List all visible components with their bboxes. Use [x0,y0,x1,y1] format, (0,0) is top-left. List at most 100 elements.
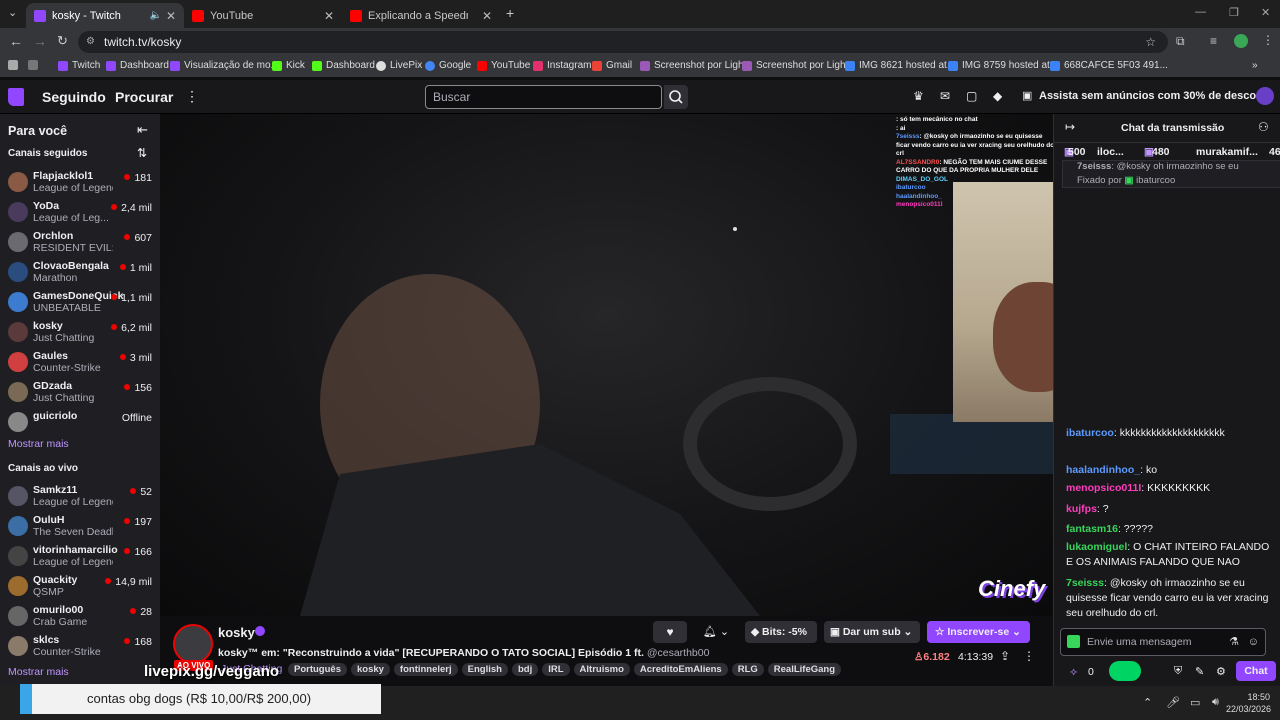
share-icon[interactable]: ⇪ [1000,649,1010,663]
nav-following[interactable]: Seguindo [42,89,106,105]
bookmark-item[interactable]: Screenshot por Ligh... [640,60,752,71]
sort-icon[interactable]: ⇅ [137,146,147,160]
minimize-icon[interactable]: — [1195,6,1206,18]
bookmark-star-icon[interactable]: ☆ [1145,31,1156,53]
chat-message[interactable]: haalandinhoo_: ko [1066,463,1276,478]
twitch-logo-icon[interactable] [8,88,24,106]
maximize-icon[interactable]: ❐ [1229,6,1239,19]
sidebar-channel-kosky[interactable]: kosky Just Chatting 6,2 mil [8,320,156,348]
close-tab-icon[interactable]: ✕ [166,9,176,23]
stream-tag[interactable]: bdj [511,663,539,676]
sidebar-channel-gaules[interactable]: Gaules Counter-Strike 3 mil [8,350,156,378]
channel-avatar[interactable] [173,624,213,664]
reading-list-icon[interactable]: ≡ [1210,34,1217,48]
bookmark-item[interactable]: Instagram [533,60,591,71]
search-button[interactable] [664,85,688,109]
stream-tag[interactable]: fontinnelerj [393,663,458,676]
bookmark-folder-icon[interactable] [8,60,22,70]
chat-send-button[interactable]: Chat [1236,661,1276,681]
more-bookmarks-icon[interactable]: » [1252,60,1258,71]
bookmark-item[interactable]: LivePix [376,60,422,71]
sidebar-channel-clovaobengala[interactable]: ClovaoBengala Marathon 1 mil [8,260,156,288]
notification-button[interactable]: 🔔︎ ⌄ [694,621,738,643]
sidebar-channel-gamesdonequick[interactable]: GamesDoneQuick UNBEATABLE 1,1 mil [8,290,156,318]
bookmark-item[interactable]: Twitch [58,60,100,71]
channel-points-icon[interactable]: ✧ [1069,666,1078,679]
user-avatar[interactable] [1256,87,1274,105]
bookmark-item[interactable]: Screenshot por Ligh... [742,60,854,71]
inbox-icon[interactable]: ✉ [940,89,950,103]
pencil-icon[interactable]: ✎ [1195,665,1204,678]
microphone-icon[interactable]: 🎤︎ [1166,696,1180,709]
tab-twitch[interactable]: kosky - Twitch 🔈 ✕ [26,3,184,28]
clock-time[interactable]: 18:50 [1230,692,1270,702]
chat-username[interactable]: 7seisss [1066,577,1104,589]
sidebar-channel-vitorinhamarcilio[interactable]: vitorinhamarcilioLeague of Legends 166 [8,544,156,572]
chat-message[interactable]: 7seisss: @kosky oh irmaozinho se eu quis… [1066,576,1276,621]
chat-message[interactable]: lukaomiguel: O CHAT INTEIRO FALANDO E OS… [1066,540,1276,570]
search-input[interactable]: Buscar [425,85,662,109]
chat-input[interactable]: Envie uma mensagem ⚗ ☺ [1060,628,1266,656]
bookmark-item[interactable]: Dashboard [312,60,375,71]
bookmark-item[interactable]: YouTube [477,60,530,71]
bookmark-item[interactable]: Visualização de mo... [170,60,279,71]
bits-icon[interactable]: ◆ [993,89,1002,103]
tray-chevron-icon[interactable]: ⌃ [1143,696,1152,709]
ad-free-promo[interactable]: Assista sem anúncios com 30% de desconto [1039,90,1273,102]
sidebar-channel-guicriolo[interactable]: guicriolo Offline [8,410,156,438]
bits-cheer-icon[interactable]: ⚗ [1229,629,1239,655]
url-field[interactable]: ⚙ twitch.tv/kosky ☆ [78,31,1168,53]
bookmark-item[interactable]: IMG 8621 hosted at... [845,60,955,71]
sidebar-channel-yoda[interactable]: YoDa League of Leg... 2,4 mil [8,200,156,228]
chat-username[interactable]: fantasm16 [1066,523,1118,535]
close-window-icon[interactable]: ✕ [1261,6,1270,19]
video-player[interactable]: : só tem mecânico no chat : ai 7seisss: … [160,114,1053,616]
whispers-icon[interactable]: ▢ [966,89,977,103]
back-icon[interactable]: ← [9,33,23,49]
chat-username[interactable]: ibaturcoo [1066,427,1114,439]
close-tab-icon[interactable]: ✕ [324,9,334,23]
settings-gear-icon[interactable]: ⚙ [1216,665,1226,678]
channel-name[interactable]: kosky [218,625,255,640]
shield-icon[interactable]: ⛨ [1174,665,1182,678]
sidebar-channel-flapjacklol1[interactable]: Flapjacklol1League of Legends 181 [8,170,156,198]
apps-grid-icon[interactable] [28,60,42,70]
new-tab-icon[interactable]: + [506,5,514,21]
gift-sub-button[interactable]: ▣ Dar um sub ⌄ [824,621,920,643]
bits-button[interactable]: ◆ Bits: -5% [745,621,817,643]
bookmark-item[interactable]: Google [425,60,471,71]
chat-message[interactable]: menopsico011I: KKKKKKKKK [1066,481,1276,496]
sidebar-channel-gdzada[interactable]: GDzada Just Chatting 156 [8,380,156,408]
subscribe-button[interactable]: ☆ Inscrever-se ⌄ [927,621,1030,643]
chat-message[interactable]: fantasm16: ????? [1066,522,1276,537]
stream-tag[interactable]: RLG [731,663,764,676]
stream-tag[interactable]: Altruismo [573,663,630,676]
stream-tag[interactable]: Português [288,663,347,676]
claim-points-button[interactable] [1109,661,1141,681]
sidebar-channel-ouluh[interactable]: OuluHThe Seven Deadl... 197 [8,514,156,542]
bookmark-item[interactable]: Dashboard [106,60,169,71]
stream-tag[interactable]: RealLifeGang [767,663,842,676]
emote-icon[interactable]: ☺ [1248,629,1259,655]
stream-tag[interactable]: kosky [350,663,390,676]
nav-browse[interactable]: Procurar [115,89,173,105]
chat-message[interactable]: ibaturcoo: kkkkkkkkkkkkkkkkkkkk [1066,426,1276,441]
close-tab-icon[interactable]: ✕ [482,9,492,23]
bookmark-item[interactable]: IMG 8759 hosted at... [948,60,1058,71]
tab-list-icon[interactable]: ⌄ [8,6,17,19]
tab-youtube[interactable]: YouTube ✕ [184,3,342,28]
pinned-message[interactable]: 7seisss: @kosky oh irmaozinho se eu Fixa… [1062,160,1280,188]
show-more-link[interactable]: Mostrar mais [8,438,69,450]
stream-tag[interactable]: AcreditoEmAliens [633,663,728,676]
more-options-icon[interactable]: ⋮ [1023,649,1035,663]
more-menu-icon[interactable]: ⋮ [185,88,199,105]
browser-menu-icon[interactable]: ⋮ [1262,33,1274,47]
sidebar-channel-omurilo00[interactable]: omurilo00 Crab Game 28 [8,604,156,632]
crown-icon[interactable]: ♛ [913,89,924,103]
title-mention[interactable]: @cesarthb00 [647,647,710,659]
bookmark-item[interactable]: Kick [272,60,305,71]
collapse-chat-icon[interactable]: ↦ [1065,120,1075,134]
chat-username[interactable]: menopsico011I [1066,482,1141,494]
profile-avatar-icon[interactable] [1234,34,1248,48]
speaker-icon[interactable]: 🔈 [150,10,162,21]
